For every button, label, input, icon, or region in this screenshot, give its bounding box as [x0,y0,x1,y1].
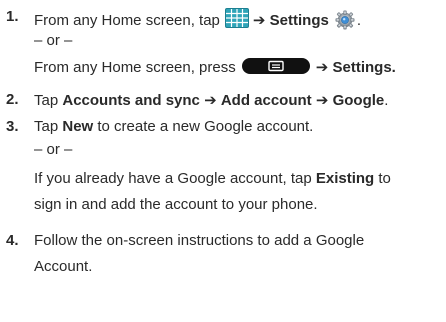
arrow: ➔ [315,59,329,76]
step-number: 4. [6,232,19,249]
step-number: 1. [6,8,19,25]
step-1-line-2: From any Home screen, press ➔ Settings. [34,58,396,76]
instruction-page: 1. From any Home screen, tap ➔ Settings [0,0,446,322]
arrow: ➔ [204,92,217,109]
new-label: New [62,118,94,135]
step-3-or: – or – [34,141,73,158]
step-3-line-2: If you already have a Google account, ta… [34,170,391,187]
accounts-and-sync-label: Accounts and sync [62,92,200,109]
menu-key-icon [241,58,310,74]
settings-label: Settings. [332,59,396,76]
step-4-line-2: Account. [34,258,93,275]
settings-gear-icon [335,10,355,30]
step-3-line-3: sign in and add the account to your phon… [34,196,318,213]
step-number: 3. [6,118,19,135]
arrow: ➔ [315,92,329,109]
step-1-or: – or – [34,32,73,49]
step-number: 2. [6,91,19,108]
arrow: ➔ [252,12,266,29]
step-1-line-1: From any Home screen, tap ➔ Settings . [34,8,446,30]
apps-grid-icon [224,8,249,28]
google-label: Google [332,92,385,109]
add-account-label: Add account [220,92,312,109]
step-4-line-1: Follow the on-screen instructions to add… [34,232,365,249]
step-3-line-1: Tap New to create a new Google account. [34,118,314,135]
settings-label: Settings [269,12,329,29]
existing-label: Existing [315,170,375,187]
step-2-line: Tap Accounts and sync ➔ Add account ➔ Go… [34,92,389,109]
